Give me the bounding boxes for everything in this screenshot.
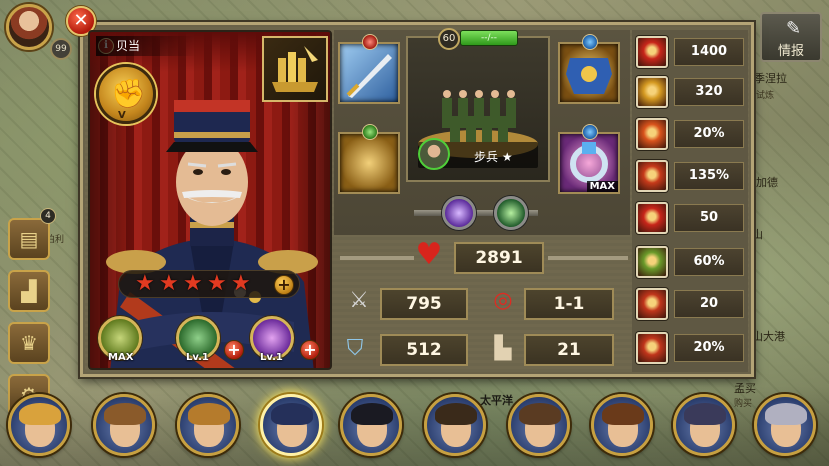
troop-level: 60: [438, 28, 460, 50]
medical-cross-icon: [636, 202, 668, 234]
roster-hero-selected[interactable]: [260, 394, 322, 456]
map-label: 太平洋: [480, 394, 513, 407]
star-rating: ★ ★ ★ ★ ★: [118, 270, 300, 298]
gold-hands-icon: [636, 76, 668, 108]
flame-figure-icon: [636, 288, 668, 320]
divider: [548, 256, 628, 260]
target-icon: ◎: [493, 288, 513, 313]
rank-chevron-icon: [636, 246, 668, 278]
film-icon[interactable]: ▤: [8, 218, 50, 260]
unit-type-icon[interactable]: [262, 36, 328, 102]
star-icon: ★: [183, 271, 203, 296]
fire-soldier-icon: [636, 160, 668, 192]
roster-hero[interactable]: [340, 394, 402, 456]
intel-button[interactable]: ✎ 情报: [760, 12, 822, 62]
player-avatar[interactable]: [6, 4, 52, 50]
range-value: 1-1: [524, 288, 614, 320]
equip-slot-ring[interactable]: MAX: [558, 132, 620, 194]
boot-icon: ▙: [494, 336, 512, 361]
player-level-badge: 99: [50, 38, 72, 60]
attribute-row[interactable]: 20: [636, 286, 746, 322]
attribute-row[interactable]: 135%: [636, 158, 746, 194]
attribute-row[interactable]: 1400: [636, 34, 746, 70]
attribute-value: 50: [674, 204, 744, 232]
roster-hero[interactable]: [754, 394, 816, 456]
attribute-value: 20%: [674, 334, 744, 362]
star-upgrade-button[interactable]: +: [274, 275, 294, 295]
star-icon: ★: [231, 271, 251, 296]
attribute-value: 60%: [674, 248, 744, 276]
sword-icon: ⚔: [349, 288, 369, 313]
slot-pin-icon: [362, 34, 378, 50]
attribute-row[interactable]: 320: [636, 74, 746, 110]
green-orb-icon[interactable]: [494, 196, 528, 230]
trophy-icon[interactable]: ♛: [8, 322, 50, 364]
divider: [340, 256, 414, 260]
map-label: 试炼: [756, 91, 775, 101]
attribute-row[interactable]: 20%: [636, 330, 746, 366]
slot-pin-icon: [362, 124, 378, 140]
star-icon: ★: [135, 271, 155, 296]
roster-hero[interactable]: [673, 394, 735, 456]
skill-level-label: Lv.1: [260, 352, 283, 363]
map-label: 山大港: [752, 330, 785, 343]
troop-avatar: [418, 138, 450, 170]
attribute-value: 20: [674, 290, 744, 318]
slot-pin-icon: [582, 124, 598, 140]
star-icon: ★: [159, 271, 179, 296]
attribute-value: 135%: [674, 162, 744, 190]
podium-icon[interactable]: ▟: [8, 270, 50, 312]
map-label: 加德: [756, 176, 778, 189]
purple-orb-icon[interactable]: [442, 196, 476, 230]
roster-hero[interactable]: [508, 394, 570, 456]
equip-slot-armor[interactable]: [558, 42, 620, 104]
skill-upgrade-button[interactable]: +: [300, 340, 320, 360]
troop-name: 步兵 ★: [474, 150, 513, 164]
skill-level-label: MAX: [108, 352, 134, 363]
shield-icon: ⛉: [346, 336, 364, 361]
rank-medal-icon[interactable]: ✊: [96, 64, 156, 124]
roster-hero[interactable]: [8, 394, 70, 456]
slot-pin-icon: [582, 34, 598, 50]
map-label: 季涅拉: [754, 72, 787, 85]
star-icon: ★: [207, 271, 227, 296]
skill-upgrade-button[interactable]: +: [224, 340, 244, 360]
crosshair-icon: [636, 36, 668, 68]
attack-value: 795: [380, 288, 468, 320]
heart-icon: ♥: [415, 237, 443, 272]
roster-hero[interactable]: [591, 394, 653, 456]
troop-hp-bar: --/--: [460, 30, 518, 46]
roster-hero[interactable]: [177, 394, 239, 456]
equip-slot-sword[interactable]: [338, 42, 400, 104]
handshake-icon: ✊: [111, 77, 146, 110]
max-tag: MAX: [586, 181, 618, 192]
fire-aura-icon: [636, 332, 668, 364]
attribute-row[interactable]: 20%: [636, 116, 746, 152]
rank-label: V: [118, 110, 126, 121]
attribute-row[interactable]: 50: [636, 200, 746, 236]
roster-hero[interactable]: [424, 394, 486, 456]
equip-slot-gauntlet[interactable]: [338, 132, 400, 194]
defense-value: 512: [380, 334, 468, 366]
hero-name: 贝当: [96, 36, 196, 56]
skill-level-label: Lv.1: [186, 352, 209, 363]
health-value: 2891: [454, 242, 544, 274]
roster-hero[interactable]: [93, 394, 155, 456]
attribute-value: 1400: [674, 38, 744, 66]
speed-value: 21: [524, 334, 614, 366]
attribute-value: 320: [674, 78, 744, 106]
intel-button-label: 情报: [777, 44, 804, 59]
flame-burst-icon: [636, 118, 668, 150]
quill-icon: ✎: [786, 18, 802, 39]
notification-badge: 4: [40, 208, 56, 224]
attribute-row[interactable]: 60%: [636, 244, 746, 280]
attribute-value: 20%: [674, 120, 744, 148]
